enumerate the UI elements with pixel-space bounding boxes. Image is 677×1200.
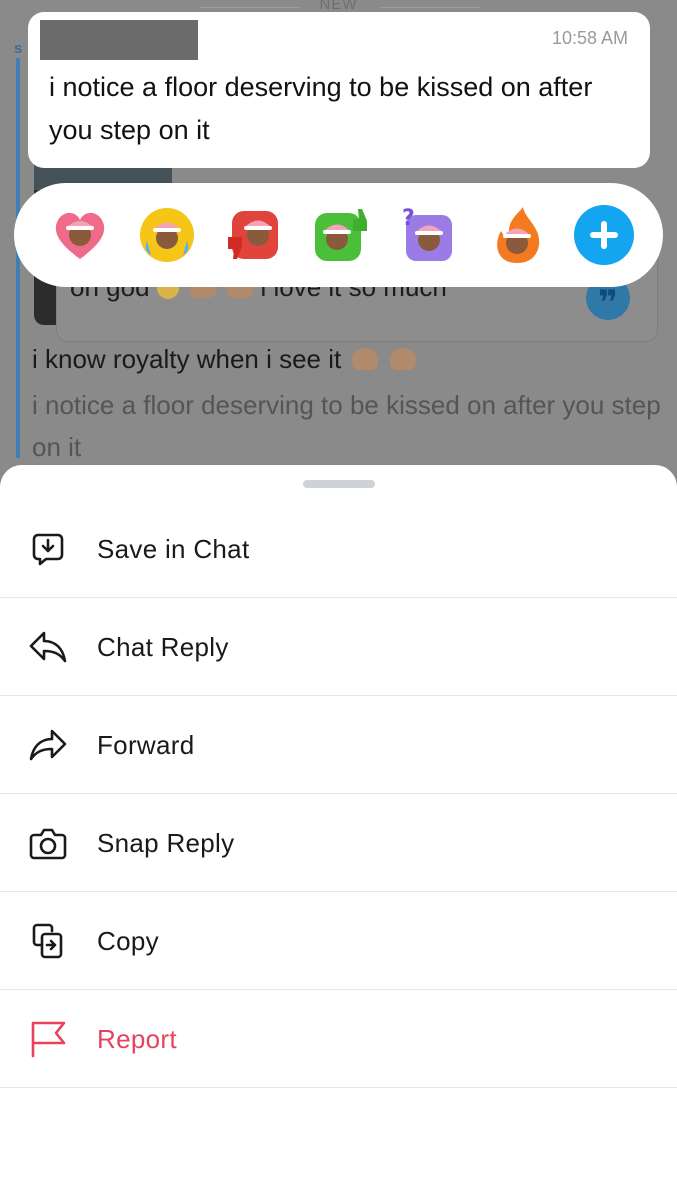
bowing-emoji-icon	[352, 348, 379, 370]
menu-item-label: Forward	[97, 730, 195, 760]
bowing-emoji-icon	[389, 348, 416, 370]
redacted-sender-name	[40, 20, 198, 60]
sender-name: s	[14, 40, 23, 57]
forward-icon	[28, 725, 68, 765]
flag-icon	[28, 1019, 68, 1059]
message-timestamp: 10:58 AM	[551, 28, 628, 48]
reply-icon	[28, 627, 68, 667]
menu-item-snap-reply[interactable]: Snap Reply	[0, 795, 677, 892]
save-icon	[28, 529, 68, 569]
camera-icon	[28, 823, 68, 863]
menu-item-label: Save in Chat	[97, 534, 250, 564]
menu-item-label: Snap Reply	[97, 828, 235, 858]
heart-bitmoji-icon[interactable]	[50, 205, 110, 265]
focused-message-text: i notice a floor deserving to be kissed …	[49, 72, 593, 145]
copy-icon	[28, 921, 68, 961]
sheet-drag-handle[interactable]	[303, 480, 375, 488]
menu-item-chat-reply[interactable]: Chat Reply	[0, 599, 677, 696]
menu-item-save-in-chat[interactable]: Save in Chat	[0, 501, 677, 598]
menu-item-forward[interactable]: Forward	[0, 697, 677, 794]
menu-item-label: Report	[97, 1024, 177, 1054]
menu-item-report[interactable]: Report	[0, 991, 677, 1088]
add-reaction-button[interactable]	[574, 205, 634, 265]
message-actions-sheet: Save in Chat Chat Reply Forward Snap Rep…	[0, 465, 677, 1200]
chat-message: i know royalty when i see it	[32, 344, 416, 375]
plus-icon	[590, 221, 618, 249]
menu-item-label: Copy	[97, 926, 159, 956]
menu-item-copy[interactable]: Copy	[0, 893, 677, 990]
chat-message-text: i know royalty when i see it	[32, 344, 342, 374]
reaction-bar: ?	[14, 183, 663, 287]
fire-bitmoji-icon[interactable]	[487, 205, 547, 265]
menu-item-label: Chat Reply	[97, 632, 229, 662]
crying-laughing-bitmoji-icon[interactable]	[137, 205, 197, 265]
chat-message-faded: i notice a floor deserving to be kissed …	[32, 390, 661, 462]
thumbs-down-bitmoji-icon[interactable]	[224, 205, 284, 265]
focused-message-bubble: 10:58 AM i notice a floor deserving to b…	[28, 12, 650, 168]
thumbs-up-bitmoji-icon[interactable]	[311, 205, 371, 265]
question-bitmoji-icon[interactable]: ?	[398, 205, 458, 265]
svg-text:?: ?	[402, 206, 415, 231]
